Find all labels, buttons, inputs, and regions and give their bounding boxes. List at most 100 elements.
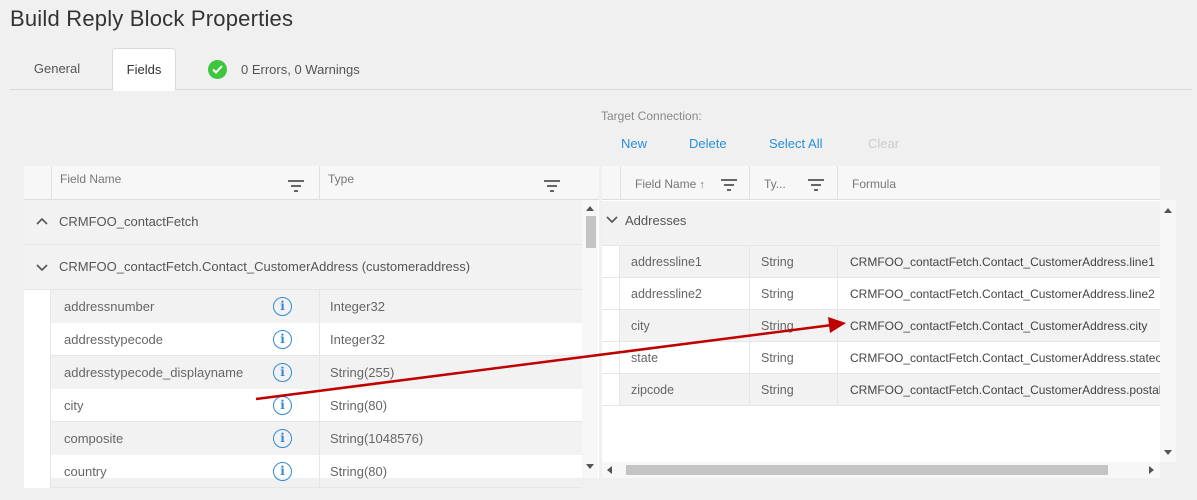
info-icon[interactable]: i: [273, 297, 292, 316]
scroll-down-icon[interactable]: [1164, 450, 1172, 455]
row-gutter: [602, 246, 620, 277]
group-row[interactable]: CRMFOO_contactFetch: [24, 200, 582, 245]
target-fields-grid: Field Name ↑ Ty... Formula Addresses addr…: [602, 166, 1160, 478]
column-label: Field Name: [635, 177, 697, 191]
group-row[interactable]: CRMFOO_contactFetch.Contact_CustomerAddr…: [24, 245, 582, 290]
column-label: Field Name: [60, 172, 122, 186]
info-icon[interactable]: i: [273, 462, 292, 481]
field-name: city: [620, 310, 749, 341]
scroll-up-icon[interactable]: [586, 206, 594, 211]
row-gutter: [24, 455, 51, 488]
table-row[interactable]: state String CRMFOO_contactFetch.Contact…: [602, 342, 1160, 374]
source-fields-grid: Field Name Type CRMFOO_contactFetch CRMF…: [24, 166, 599, 488]
row-gutter: [602, 374, 620, 405]
field-name: addressline1: [620, 246, 749, 277]
field-name: state: [631, 351, 659, 365]
field-type: Integer32: [319, 290, 582, 323]
filter-icon[interactable]: [808, 179, 824, 191]
field-type: String(80): [319, 455, 582, 488]
table-row[interactable]: addressline2 String CRMFOO_contactFetch.…: [602, 278, 1160, 310]
field-type: String: [749, 374, 837, 405]
row-gutter: [24, 389, 51, 422]
page-title: Build Reply Block Properties: [10, 6, 294, 31]
validation-status: 0 Errors, 0 Warnings: [208, 48, 360, 90]
scroll-left-icon[interactable]: [607, 466, 612, 474]
filter-icon[interactable]: [288, 180, 304, 192]
row-gutter: [24, 422, 51, 455]
field-type: String(1048576): [319, 422, 582, 455]
grid-header: Field Name ↑ Ty... Formula: [602, 166, 1160, 200]
column-header-field-name[interactable]: Field Name: [51, 166, 319, 200]
tab-general[interactable]: General: [24, 48, 90, 90]
table-row[interactable]: addresstypecode i Integer32: [24, 323, 582, 356]
info-icon[interactable]: i: [273, 330, 292, 349]
target-connection-label: Target Connection:: [601, 109, 702, 123]
sort-ascending-icon[interactable]: ↑: [699, 179, 705, 191]
column-label: Ty...: [764, 177, 786, 191]
table-row[interactable]: zipcode String CRMFOO_contactFetch.Conta…: [602, 374, 1160, 406]
info-icon[interactable]: i: [273, 429, 292, 448]
field-type: String: [749, 342, 837, 373]
table-row[interactable]: addressline1 String CRMFOO_contactFetch.…: [602, 246, 1160, 278]
status-text: 0 Errors, 0 Warnings: [241, 61, 360, 77]
right-grid-horizontal-scrollbar[interactable]: [602, 462, 1160, 478]
filter-icon[interactable]: [721, 179, 737, 191]
table-row[interactable]: city String CRMFOO_contactFetch.Contact_…: [602, 310, 1160, 342]
check-circle-icon: [208, 59, 227, 79]
field-formula[interactable]: CRMFOO_contactFetch.Contact_CustomerAddr…: [837, 278, 1160, 309]
field-formula[interactable]: CRMFOO_contactFetch.Contact_CustomerAddr…: [837, 374, 1160, 405]
row-gutter: [24, 323, 51, 356]
field-type: String: [749, 310, 837, 341]
column-header-formula[interactable]: Formula: [837, 166, 1160, 200]
scroll-down-icon[interactable]: [586, 464, 594, 469]
field-formula[interactable]: CRMFOO_contactFetch.Contact_CustomerAddr…: [837, 246, 1160, 277]
group-row[interactable]: Addresses: [602, 201, 1160, 246]
field-type: String: [749, 246, 837, 277]
row-gutter: [602, 342, 620, 373]
scroll-up-icon[interactable]: [1164, 208, 1172, 213]
delete-button[interactable]: Delete: [689, 136, 727, 151]
row-gutter: [24, 356, 51, 389]
tab-fields[interactable]: Fields: [112, 48, 176, 91]
header-gutter: [602, 166, 620, 200]
column-label: Type: [328, 172, 355, 186]
new-button[interactable]: New: [621, 136, 647, 151]
right-grid-vertical-scrollbar[interactable]: [1160, 200, 1176, 462]
group-label: Addresses: [625, 213, 687, 228]
column-header-field-name[interactable]: Field Name ↑: [620, 166, 749, 200]
tab-bar: General Fields 0 Errors, 0 Warnings: [10, 48, 1192, 91]
field-type: String: [749, 278, 837, 309]
table-row[interactable]: country i String(80): [24, 455, 582, 488]
table-row[interactable]: composite i String(1048576): [24, 422, 582, 455]
grid-header: Field Name Type: [24, 166, 599, 200]
group-label: CRMFOO_contactFetch: [59, 214, 199, 229]
left-grid-scrollbar[interactable]: [582, 200, 598, 478]
field-type: Integer32: [319, 323, 582, 356]
column-header-type[interactable]: Ty...: [749, 166, 837, 200]
scroll-right-icon[interactable]: [1149, 466, 1154, 474]
info-icon[interactable]: i: [273, 396, 292, 415]
table-row[interactable]: addressnumber i Integer32: [24, 290, 582, 323]
row-gutter: [24, 290, 51, 323]
clear-button[interactable]: Clear: [868, 136, 899, 151]
field-formula[interactable]: CRMFOO_contactFetch.Contact_CustomerAddr…: [837, 342, 1160, 373]
chevron-down-icon[interactable]: [35, 260, 49, 274]
table-row[interactable]: city i String(80): [24, 389, 582, 422]
filter-icon[interactable]: [544, 180, 560, 192]
field-formula[interactable]: CRMFOO_contactFetch.Contact_CustomerAddr…: [837, 310, 1160, 341]
scrollbar-thumb[interactable]: [586, 216, 596, 248]
field-name: addressline2: [631, 287, 702, 301]
chevron-up-icon[interactable]: [35, 215, 49, 229]
row-gutter: [602, 310, 620, 341]
table-row[interactable]: addresstypecode_displayname i String(255…: [24, 356, 582, 389]
column-label: Formula: [852, 177, 897, 191]
select-all-button[interactable]: Select All: [769, 136, 822, 151]
group-label: CRMFOO_contactFetch.Contact_CustomerAddr…: [59, 259, 471, 274]
row-gutter: [602, 278, 620, 309]
chevron-down-icon[interactable]: [605, 212, 619, 226]
info-icon[interactable]: i: [273, 363, 292, 382]
column-header-type[interactable]: Type: [319, 166, 582, 200]
field-name: zipcode: [620, 374, 749, 405]
header-gutter: [24, 166, 51, 200]
scrollbar-thumb[interactable]: [626, 465, 1108, 475]
